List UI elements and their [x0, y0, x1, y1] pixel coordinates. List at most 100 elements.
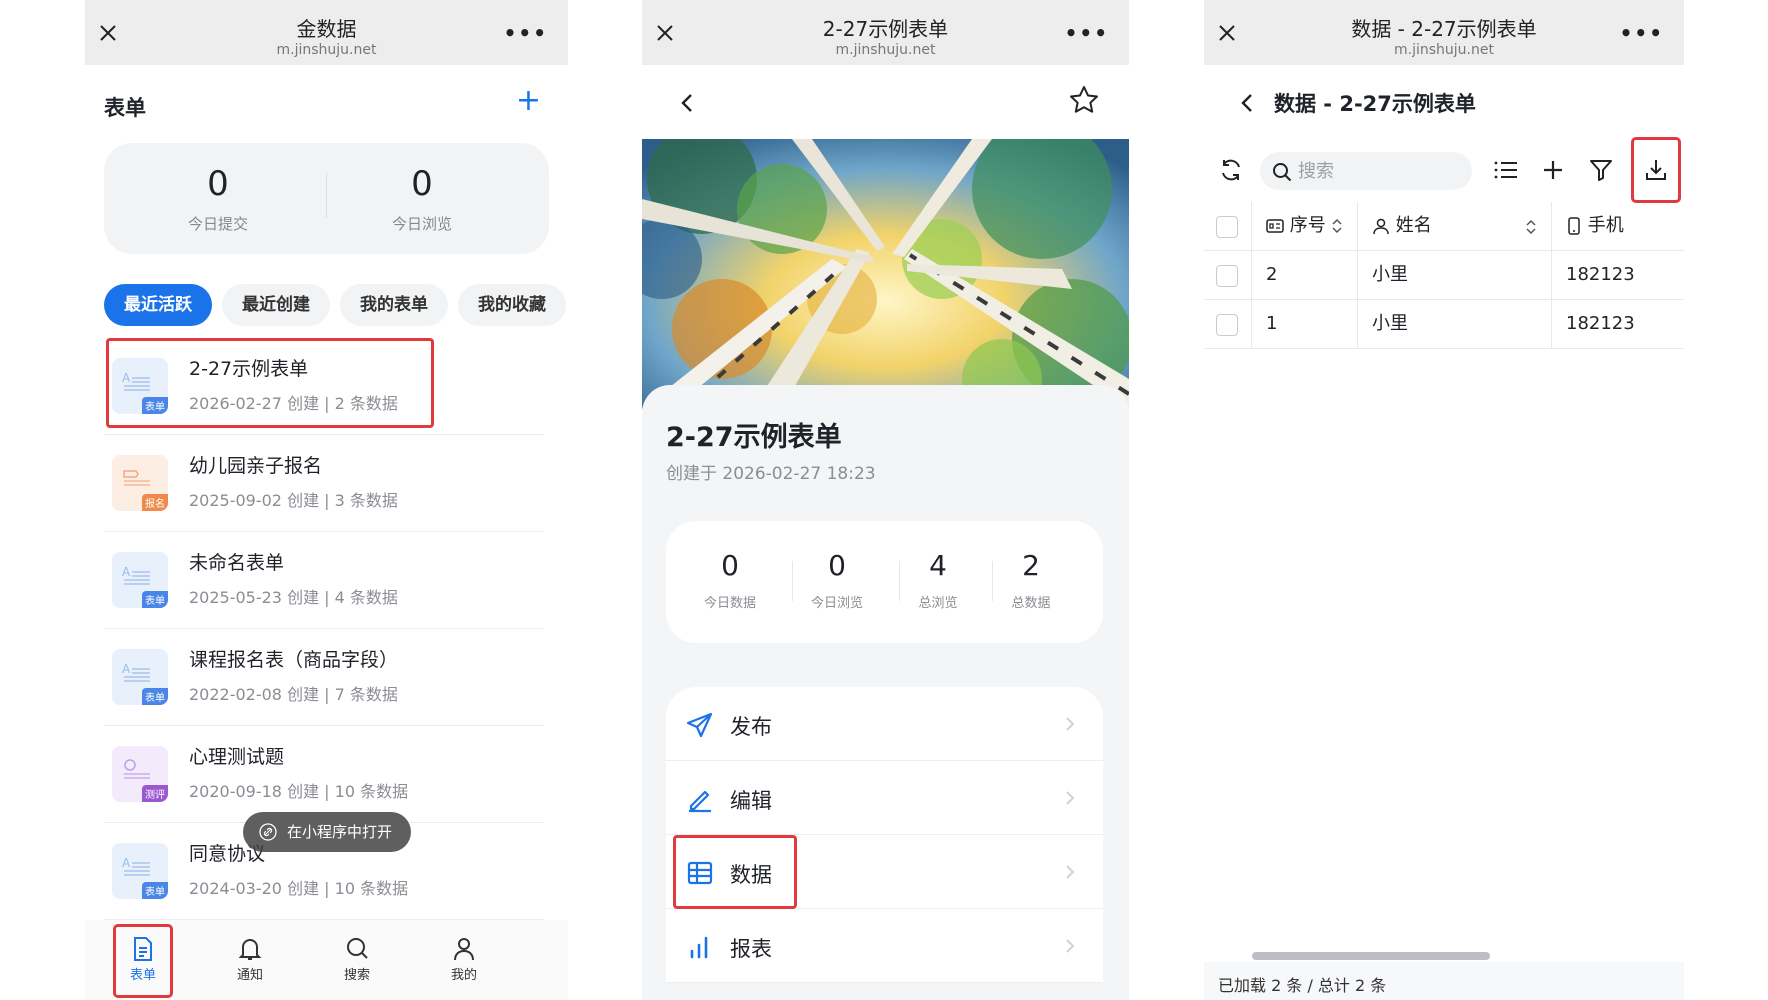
form-name: 幼儿园亲子报名 — [189, 455, 323, 477]
wechat-title-bar: 2-27示例表单 m.jinshuju.net ••• — [642, 0, 1129, 65]
list-icon[interactable] — [1493, 157, 1519, 183]
row-checkbox[interactable] — [1216, 265, 1238, 287]
id-icon — [1266, 219, 1284, 233]
nav-bar — [642, 65, 1129, 139]
list-item[interactable]: 报名 幼儿园亲子报名 2025-09-02 创建 | 3 条数据 — [104, 435, 544, 532]
column-header-name[interactable]: 姓名 — [1358, 202, 1552, 251]
open-in-miniprogram-button[interactable]: 在小程序中打开 — [243, 812, 411, 852]
table-row[interactable]: 1 小里 182123 — [1204, 300, 1684, 349]
window-title: 2-27示例表单 — [822, 17, 949, 41]
form-icon: 报名 — [112, 455, 168, 511]
form-name: 未命名表单 — [189, 552, 285, 574]
stat-total-data: 2 总数据 — [1011, 549, 1051, 611]
highlight-box — [106, 338, 434, 428]
highlight-box — [673, 835, 797, 909]
more-icon[interactable]: ••• — [1620, 23, 1664, 43]
refresh-icon[interactable] — [1218, 157, 1244, 183]
cell-seq: 2 — [1252, 251, 1358, 300]
wechat-title-bar: 数据 - 2-27示例表单 m.jinshuju.net ••• — [1204, 0, 1684, 65]
stat-today-data: 0 今日数据 — [703, 549, 756, 611]
tab-my-forms[interactable]: 我的表单 — [340, 284, 448, 326]
form-title: 2-27示例表单 — [666, 422, 842, 453]
search-icon — [347, 938, 368, 959]
window-domain: m.jinshuju.net — [1394, 42, 1494, 58]
chevron-right-icon — [1066, 865, 1075, 879]
pencil-icon — [689, 790, 711, 813]
list-item[interactable]: A 表单 未命名表单 2025-05-23 创建 | 4 条数据 — [104, 532, 544, 629]
chevron-right-icon — [1066, 791, 1075, 805]
phone-data-view: 数据 - 2-27示例表单 m.jinshuju.net ••• 数据 - 2-… — [1204, 0, 1684, 1000]
row-checkbox[interactable] — [1216, 314, 1238, 336]
form-meta: 2025-05-23 创建 | 4 条数据 — [189, 588, 398, 607]
send-icon — [686, 712, 713, 738]
form-meta: 2024-03-20 创建 | 10 条数据 — [189, 879, 409, 898]
window-title: 数据 - 2-27示例表单 — [1351, 17, 1537, 41]
list-item[interactable]: 测评 心理测试题 2020-09-18 创建 | 10 条数据 — [104, 726, 544, 823]
more-icon[interactable]: ••• — [1065, 23, 1109, 43]
form-meta: 2022-02-08 创建 | 7 条数据 — [189, 685, 398, 704]
search-icon — [1273, 163, 1292, 182]
chevron-right-icon — [1066, 939, 1075, 953]
form-icon: A 表单 — [112, 843, 168, 899]
load-status: 已加载 2 条 / 总计 2 条 — [1218, 976, 1387, 995]
column-header-phone[interactable]: 手机 — [1552, 202, 1684, 251]
form-icon: 测评 — [112, 746, 168, 802]
horizontal-scrollbar[interactable] — [1252, 952, 1490, 960]
tab-recent-created[interactable]: 最近创建 — [222, 284, 330, 326]
cell-phone: 182123 — [1566, 313, 1635, 334]
nav-notifications[interactable]: 通知 — [220, 936, 280, 983]
data-table: 序号 姓名 手机 2 小里 182123 1 小里 182123 — [1204, 202, 1684, 349]
highlight-box — [1631, 137, 1681, 203]
back-icon[interactable] — [1240, 93, 1254, 113]
phone-form-detail: 2-27示例表单 m.jinshuju.net ••• 2-27示例表单 创建于… — [642, 0, 1129, 1000]
sort-icon — [1332, 218, 1342, 234]
today-stats-card: 0 今日提交 0 今日浏览 — [104, 143, 549, 254]
stat-today-view: 0 今日浏览 — [810, 549, 863, 611]
table-row[interactable]: 2 小里 182123 — [1204, 251, 1684, 300]
table-header: 序号 姓名 手机 — [1204, 202, 1684, 251]
bell-icon — [238, 939, 262, 960]
nav-profile[interactable]: 我的 — [434, 936, 494, 983]
cell-name: 小里 — [1358, 300, 1552, 349]
star-icon[interactable] — [1069, 85, 1099, 115]
search-box[interactable] — [1260, 152, 1472, 190]
status-bar: 已加载 2 条 / 总计 2 条 — [1204, 962, 1684, 1000]
form-icon: A 表单 — [112, 552, 168, 608]
cell-phone: 182123 — [1566, 264, 1635, 285]
form-name: 心理测试题 — [189, 746, 285, 768]
page-title: 表单 — [104, 96, 146, 120]
stats-card: 0 今日数据 0 今日浏览 4 总浏览 2 总数据 — [666, 521, 1103, 643]
filter-tabs: 最近活跃 最近创建 我的表单 我的收藏 — [104, 284, 568, 326]
page-title: 数据 - 2-27示例表单 — [1274, 92, 1476, 116]
toolbar — [1204, 137, 1684, 201]
form-meta: 2020-09-18 创建 | 10 条数据 — [189, 782, 409, 801]
search-input[interactable] — [1298, 152, 1458, 190]
created-time: 创建于 2026-02-27 18:23 — [666, 464, 876, 484]
stat-total-view: 4 总浏览 — [918, 549, 958, 611]
nav-search[interactable]: 搜索 — [327, 936, 387, 983]
menu-item-publish[interactable]: 发布 — [666, 687, 1103, 761]
filter-icon[interactable] — [1588, 157, 1614, 183]
menu-item-report[interactable]: 报表 — [666, 909, 1103, 983]
add-form-button[interactable]: + — [516, 86, 541, 116]
tab-recent-active[interactable]: 最近活跃 — [104, 284, 212, 326]
phone-forms-list: 金数据 m.jinshuju.net ••• 表单 + 0 今日提交 0 今日浏… — [85, 0, 568, 1000]
menu-item-edit[interactable]: 编辑 — [666, 761, 1103, 835]
column-header-seq[interactable]: 序号 — [1252, 202, 1358, 251]
tab-favorites[interactable]: 我的收藏 — [458, 284, 566, 326]
list-item[interactable]: A 表单 课程报名表（商品字段） 2022-02-08 创建 | 7 条数据 — [104, 629, 544, 726]
more-icon[interactable]: ••• — [504, 23, 548, 43]
sort-icon — [1526, 219, 1536, 235]
cell-seq: 1 — [1252, 300, 1358, 349]
back-icon[interactable] — [680, 93, 694, 113]
form-icon: A 表单 — [112, 649, 168, 705]
add-icon[interactable] — [1540, 157, 1566, 183]
wechat-title-bar: 金数据 m.jinshuju.net ••• — [85, 0, 568, 65]
phone-icon — [1568, 217, 1580, 235]
window-domain: m.jinshuju.net — [835, 42, 936, 58]
select-all-checkbox[interactable] — [1216, 216, 1238, 238]
cell-name: 小里 — [1358, 251, 1552, 300]
stat-today-view: 0 今日浏览 — [391, 164, 452, 233]
stat-today-submit: 0 今日提交 — [187, 164, 248, 233]
window-title: 金数据 — [296, 17, 357, 41]
